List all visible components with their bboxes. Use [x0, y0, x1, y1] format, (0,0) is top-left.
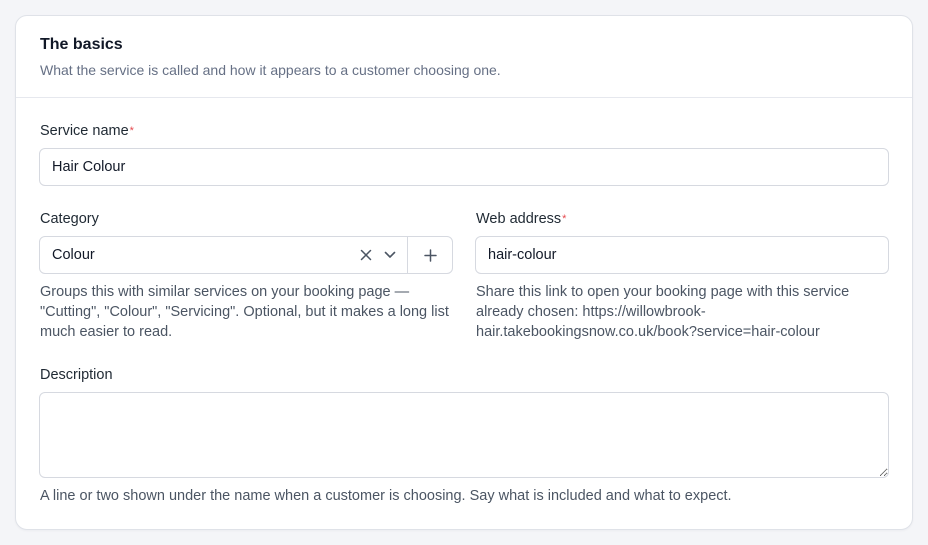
section-title: The basics	[40, 36, 123, 53]
plus-icon	[423, 248, 437, 262]
service-name-label-text: Service name	[40, 123, 129, 139]
chevron-down-icon	[384, 251, 396, 258]
category-selected-value: Colour	[52, 247, 95, 263]
description-label: Description	[40, 367, 113, 383]
description-help-text: A line or two shown under the name when …	[40, 488, 732, 504]
category-select[interactable]: Colour	[39, 236, 453, 274]
required-marker: *	[562, 213, 567, 225]
service-name-label: Service name*	[40, 122, 134, 140]
web-address-label-text: Web address	[476, 211, 562, 227]
web-address-help-text: Share this link to open your booking pag…	[476, 284, 850, 340]
clear-category-button[interactable]	[355, 237, 377, 273]
section-subtitle: What the service is called and how it ap…	[40, 62, 501, 78]
web-address-label: Web address*	[476, 210, 566, 228]
category-help-text: Groups this with similar services on you…	[40, 284, 449, 340]
close-icon	[360, 249, 372, 261]
service-name-input[interactable]	[39, 148, 889, 186]
required-marker: *	[129, 125, 134, 137]
category-dropdown-toggle[interactable]	[377, 237, 403, 273]
card-header: The basics What the service is called an…	[16, 16, 912, 98]
add-category-button[interactable]	[407, 237, 452, 273]
web-address-input[interactable]	[475, 236, 889, 274]
category-label: Category	[40, 211, 99, 227]
description-textarea[interactable]	[39, 392, 889, 478]
